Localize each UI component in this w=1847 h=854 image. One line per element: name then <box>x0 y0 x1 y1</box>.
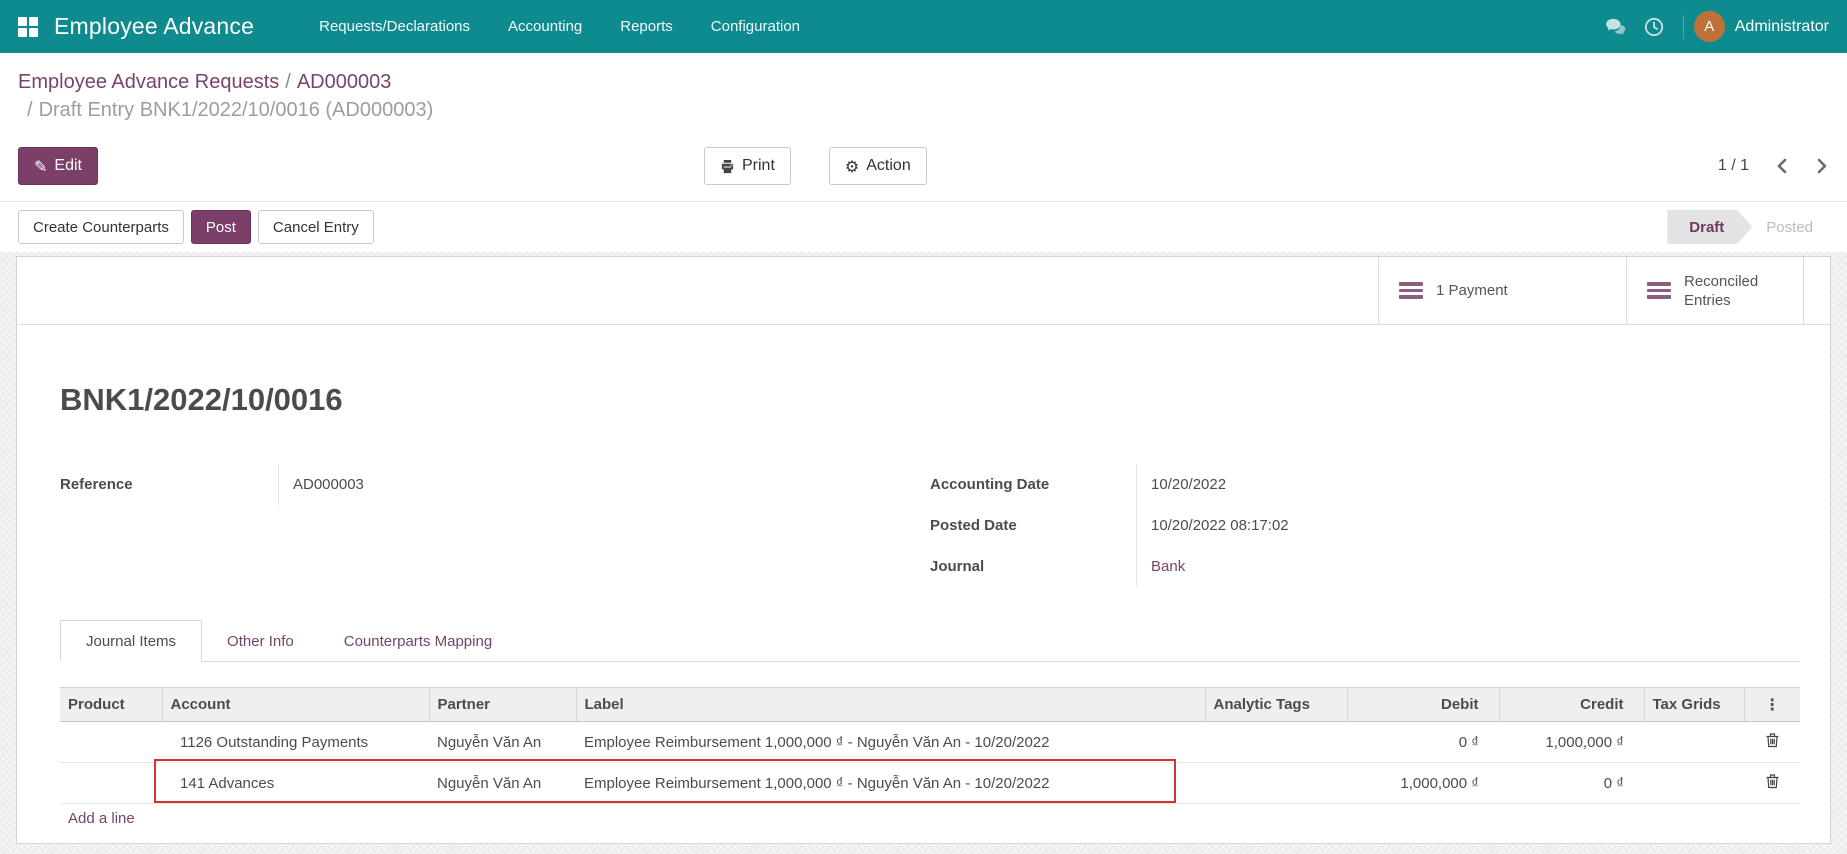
optional-columns-toggle-icon[interactable]: ⋮ <box>1744 688 1800 722</box>
tab-other-info[interactable]: Other Info <box>202 620 319 662</box>
cell-account: 1126 Outstanding Payments <box>162 722 429 763</box>
edit-button[interactable]: ✎ Edit <box>18 147 98 185</box>
field-label-posted-date: Posted Date <box>930 505 1136 546</box>
field-journal: Journal Bank <box>930 546 1800 587</box>
table-row-highlighted[interactable]: 141 Advances Nguyễn Văn An Employee Reim… <box>60 763 1800 804</box>
column-header-analytic-tags[interactable]: Analytic Tags <box>1205 688 1347 722</box>
column-header-label[interactable]: Label <box>576 688 1205 722</box>
status-stage-posted[interactable]: Posted <box>1752 210 1829 244</box>
journal-lines-icon <box>1647 282 1671 299</box>
cell-credit: 0 ₫ <box>1499 763 1644 804</box>
menu-accounting[interactable]: Accounting <box>489 0 601 53</box>
field-label-reference: Reference <box>60 464 278 505</box>
smart-button-strip: 1 Payment Reconciled Entries <box>17 257 1830 325</box>
reconciled-entries-smart-button[interactable]: Reconciled Entries <box>1626 257 1804 324</box>
pager-count: 1 / 1 <box>1718 157 1749 175</box>
create-counterparts-button[interactable]: Create Counterparts <box>18 210 184 244</box>
pager: 1 / 1 <box>1718 147 1829 185</box>
tab-journal-items[interactable]: Journal Items <box>60 620 202 662</box>
add-a-line-link[interactable]: Add a line <box>68 810 135 827</box>
tab-counterparts-mapping[interactable]: Counterparts Mapping <box>319 620 517 662</box>
field-group: Reference AD000003 Accounting Date 10/20… <box>60 464 1800 587</box>
status-bar: Draft Posted <box>1667 210 1829 244</box>
breadcrumb-link-requests[interactable]: Employee Advance Requests <box>18 71 279 93</box>
journal-lines-icon <box>1399 282 1423 299</box>
pencil-icon: ✎ <box>34 157 47 176</box>
main-menu: Requests/Declarations Accounting Reports… <box>300 0 819 53</box>
add-line-row: Add a line <box>60 804 1800 834</box>
cell-credit: 1,000,000 ₫ <box>1499 722 1644 763</box>
form-controls-row: ✎ Edit Print ⚙ Action 1 / 1 <box>0 147 1847 185</box>
reconciled-entries-smart-button-label: Reconciled Entries <box>1684 272 1776 310</box>
payment-smart-button-label: 1 Payment <box>1436 281 1508 300</box>
breadcrumb: Employee Advance Requests / AD000003 / Draf… <box>0 53 1847 127</box>
breadcrumb-link-ad000003[interactable]: AD000003 <box>297 71 392 93</box>
cell-product <box>60 722 162 763</box>
page-title: BNK1/2022/10/0016 <box>60 382 1800 418</box>
delete-row-icon[interactable] <box>1765 732 1780 748</box>
activity-clock-icon[interactable] <box>1635 0 1673 53</box>
apps-grid-icon[interactable] <box>18 17 38 37</box>
form-background: 1 Payment Reconciled Entries BNK1/2022/1… <box>0 252 1847 854</box>
column-header-partner[interactable]: Partner <box>429 688 576 722</box>
breadcrumb-separator: / <box>27 99 33 121</box>
field-value-reference: AD000003 <box>278 464 930 505</box>
printer-icon <box>720 159 735 174</box>
field-label-journal: Journal <box>930 546 1136 587</box>
print-button[interactable]: Print <box>704 147 791 185</box>
column-header-product[interactable]: Product <box>60 688 162 722</box>
cell-debit: 1,000,000 ₫ <box>1347 763 1499 804</box>
column-header-debit[interactable]: Debit <box>1347 688 1499 722</box>
cell-account: 141 Advances <box>162 763 429 804</box>
nav-divider <box>1683 15 1684 39</box>
delete-row-icon[interactable] <box>1765 773 1780 789</box>
gear-icon: ⚙ <box>845 157 859 176</box>
action-button[interactable]: ⚙ Action <box>829 147 927 185</box>
cell-analytic-tags <box>1205 763 1347 804</box>
field-accounting-date: Accounting Date 10/20/2022 <box>930 464 1800 505</box>
field-value-posted-date: 10/20/2022 08:17:02 <box>1136 505 1800 546</box>
cell-label: Employee Reimbursement 1,000,000 ₫ - Ngu… <box>576 722 1205 763</box>
status-stage-draft[interactable]: Draft <box>1667 210 1752 244</box>
table-header-row: Product Account Partner Label Analytic T… <box>60 688 1800 722</box>
breadcrumb-current: Draft Entry BNK1/2022/10/0016 (AD000003) <box>39 99 434 121</box>
pager-previous-icon[interactable] <box>1775 158 1789 174</box>
notebook-tabs: Journal Items Other Info Counterparts Ma… <box>60 619 1800 662</box>
user-menu[interactable]: A Administrator <box>1694 11 1829 42</box>
field-value-journal-link[interactable]: Bank <box>1136 546 1800 587</box>
cell-debit: 0 ₫ <box>1347 722 1499 763</box>
cell-partner: Nguyễn Văn An <box>429 722 576 763</box>
form-sheet: 1 Payment Reconciled Entries BNK1/2022/1… <box>16 256 1831 844</box>
cancel-entry-button[interactable]: Cancel Entry <box>258 210 374 244</box>
cell-product <box>60 763 162 804</box>
journal-items-table: Product Account Partner Label Analytic T… <box>60 687 1800 834</box>
column-header-credit[interactable]: Credit <box>1499 688 1644 722</box>
field-value-accounting-date: 10/20/2022 <box>1136 464 1800 505</box>
breadcrumb-separator: / <box>285 71 291 93</box>
pager-next-icon[interactable] <box>1815 158 1829 174</box>
cell-label: Employee Reimbursement 1,000,000 ₫ - Ngu… <box>576 763 1205 804</box>
cell-partner: Nguyễn Văn An <box>429 763 576 804</box>
user-name: Administrator <box>1735 18 1829 36</box>
table-row[interactable]: 1126 Outstanding Payments Nguyễn Văn An … <box>60 722 1800 763</box>
payment-smart-button[interactable]: 1 Payment <box>1378 257 1626 324</box>
user-avatar: A <box>1694 11 1725 42</box>
field-reference: Reference AD000003 <box>60 464 930 505</box>
messages-icon[interactable] <box>1597 0 1635 53</box>
app-brand: Employee Advance <box>54 13 254 40</box>
menu-configuration[interactable]: Configuration <box>692 0 819 53</box>
column-header-tax-grids[interactable]: Tax Grids <box>1644 688 1744 722</box>
cell-tax-grids <box>1644 763 1744 804</box>
menu-reports[interactable]: Reports <box>601 0 692 53</box>
field-label-accounting-date: Accounting Date <box>930 464 1136 505</box>
cell-analytic-tags <box>1205 722 1347 763</box>
post-button[interactable]: Post <box>191 210 251 244</box>
menu-requests-declarations[interactable]: Requests/Declarations <box>300 0 489 53</box>
workflow-controls-row: Create Counterparts Post Cancel Entry Dr… <box>0 202 1847 252</box>
column-header-account[interactable]: Account <box>162 688 429 722</box>
cell-tax-grids <box>1644 722 1744 763</box>
top-navbar: Employee Advance Requests/Declarations A… <box>0 0 1847 53</box>
field-posted-date: Posted Date 10/20/2022 08:17:02 <box>930 505 1800 546</box>
